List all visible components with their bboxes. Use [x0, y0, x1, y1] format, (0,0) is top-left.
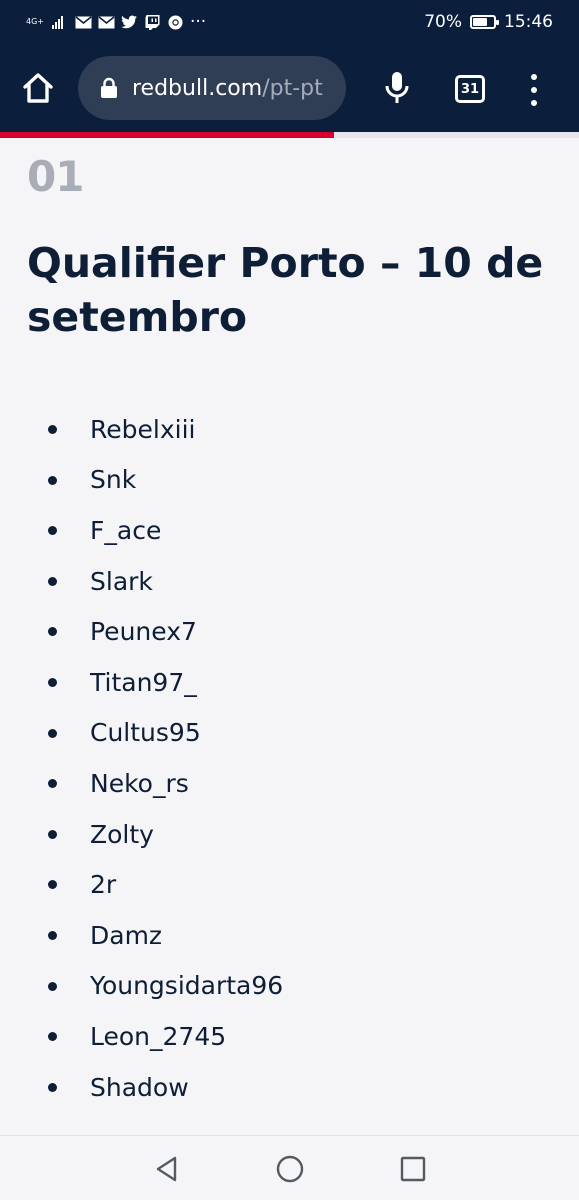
- network-type: 4G+: [26, 17, 44, 26]
- lock-icon: [101, 77, 117, 98]
- more-notifications: ···: [190, 12, 207, 32]
- status-right: 70% 15:46: [424, 12, 553, 32]
- player-list: Rebelxiii Snk F_ace Slark Peunex7 Titan97_ Cul…: [0, 404, 283, 1112]
- mail-icon: [98, 15, 115, 29]
- player-name: Neko_rs: [90, 768, 189, 798]
- bullet-icon: [48, 1032, 57, 1042]
- overflow-menu-button[interactable]: [524, 74, 544, 106]
- player-name: Shadow: [90, 1072, 189, 1102]
- clock: 15:46: [504, 12, 553, 32]
- dot-icon: [531, 87, 537, 93]
- bullet-icon: [48, 425, 57, 434]
- bullet-icon: [48, 526, 57, 536]
- dot-icon: [531, 100, 537, 106]
- back-triangle-icon: [156, 1156, 177, 1182]
- home-button[interactable]: [20, 70, 56, 106]
- bullet-icon: [48, 1082, 57, 1092]
- player-name: Damz: [90, 920, 163, 950]
- bullet-icon: [48, 779, 57, 789]
- bullet-icon: [48, 728, 57, 738]
- list-item: Leon_2745: [0, 1011, 283, 1062]
- player-name: 2r: [90, 870, 117, 900]
- list-item: Zolty: [0, 809, 283, 860]
- voice-search-button[interactable]: [382, 70, 412, 106]
- status-bar: 4G+ ··· 70% 15:46: [0, 0, 579, 44]
- tab-switcher-button[interactable]: 31: [455, 75, 485, 103]
- bullet-icon: [48, 981, 57, 991]
- list-item: Slark: [0, 556, 283, 607]
- player-name: Zolty: [90, 819, 154, 849]
- status-left: 4G+ ···: [26, 12, 206, 32]
- url-path: /pt-pt: [262, 75, 323, 101]
- player-name: Leon_2745: [90, 1021, 227, 1051]
- player-name: Rebelxiii: [90, 414, 196, 444]
- section-number: 01: [27, 152, 84, 201]
- player-name: Snk: [90, 465, 137, 495]
- list-item: Titan97_: [0, 657, 283, 708]
- list-item: Neko_rs: [0, 758, 283, 809]
- recents-square-icon: [400, 1156, 426, 1182]
- list-item: F_ace: [0, 505, 283, 556]
- home-circle-icon: [276, 1155, 304, 1183]
- list-item: Peunex7: [0, 606, 283, 657]
- home-icon: [23, 73, 53, 103]
- player-name: Cultus95: [90, 718, 201, 748]
- battery-icon: [470, 15, 499, 29]
- bullet-icon: [48, 627, 57, 637]
- player-name: Titan97_: [90, 667, 197, 697]
- player-name: Youngsidarta96: [90, 971, 284, 1001]
- list-item: Youngsidarta96: [0, 961, 283, 1012]
- bullet-icon: [48, 475, 57, 485]
- signal-icon: [52, 15, 63, 29]
- system-nav-bar: [0, 1135, 579, 1200]
- list-item: 2r: [0, 859, 283, 910]
- list-item: Snk: [0, 455, 283, 506]
- browser-toolbar: redbull.com/pt-pt 31: [0, 44, 579, 132]
- dot-icon: [531, 74, 537, 80]
- bullet-icon: [48, 829, 57, 839]
- page-content[interactable]: 01 Qualifier Porto – 10 de setembro Rebe…: [0, 138, 579, 1135]
- bullet-icon: [48, 576, 57, 586]
- back-button[interactable]: [152, 1154, 182, 1184]
- url-domain: redbull.com: [132, 75, 263, 101]
- twitch-icon: [144, 14, 161, 30]
- player-name: Slark: [90, 566, 153, 596]
- player-name: F_ace: [90, 515, 162, 545]
- player-name: Peunex7: [90, 617, 197, 647]
- home-nav-button[interactable]: [275, 1154, 305, 1184]
- page-title: Qualifier Porto – 10 de setembro: [27, 239, 544, 341]
- recents-button[interactable]: [398, 1154, 428, 1184]
- url-bar[interactable]: redbull.com/pt-pt: [78, 56, 346, 120]
- chrome-icon: [167, 15, 184, 29]
- list-item: Damz: [0, 910, 283, 961]
- bullet-icon: [48, 677, 57, 687]
- battery-fill: [473, 18, 487, 26]
- list-item: Shadow: [0, 1062, 283, 1113]
- microphone-icon: [385, 72, 409, 103]
- mail-icon: [75, 15, 92, 29]
- battery-percent: 70%: [424, 12, 462, 32]
- bullet-icon: [48, 930, 57, 940]
- list-item: Cultus95: [0, 708, 283, 759]
- twitter-icon: [121, 15, 138, 29]
- list-item: Rebelxiii: [0, 404, 283, 455]
- bullet-icon: [48, 880, 57, 890]
